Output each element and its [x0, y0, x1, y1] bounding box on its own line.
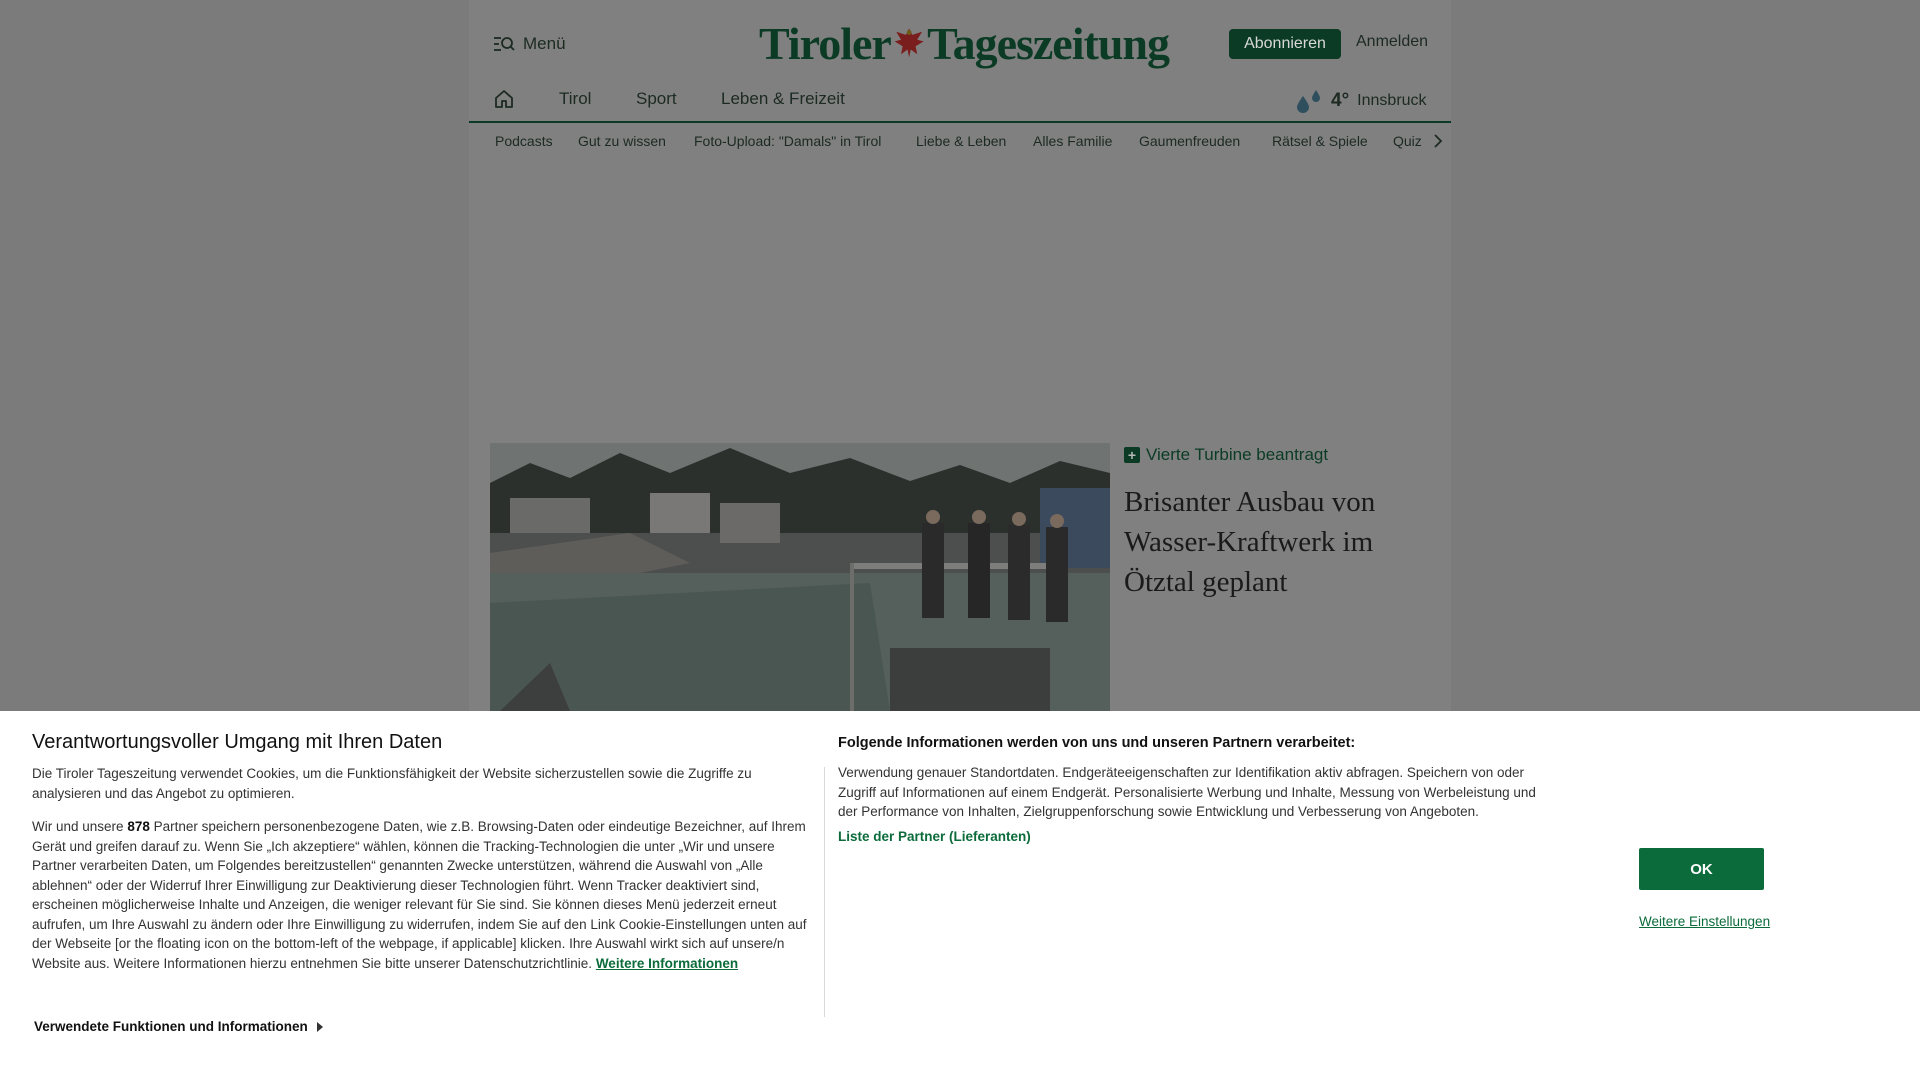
nav-item-tirol[interactable]: Tirol [559, 89, 591, 109]
weather-city: Innsbruck [1357, 92, 1427, 109]
teaser-image[interactable] [490, 443, 1110, 711]
rain-icon [1297, 90, 1320, 113]
teaser-photo [490, 443, 1110, 711]
weather-temp: 4° [1331, 90, 1350, 111]
main-nav: Tirol Sport Leben & Freizeit 4° Innsbruc… [469, 88, 1451, 123]
subnav-item[interactable]: Gaumenfreuden [1139, 133, 1240, 149]
subscribe-button[interactable]: Abonnieren [1229, 29, 1341, 59]
consent-title: Verantwortungsvoller Umgang mit Ihren Da… [32, 731, 443, 753]
consent-intro: Die Tiroler Tageszeitung verwendet Cooki… [32, 766, 752, 801]
site-header: Menü Tiroler Tageszeitung Abonnieren Anm… [469, 0, 1451, 88]
teaser-headline[interactable]: Brisanter Ausbau von Wasser-Kraftwerk im… [1124, 482, 1444, 602]
chevron-right-icon[interactable] [1433, 133, 1443, 149]
menu-label: Menü [523, 34, 566, 53]
plus-icon: + [1124, 447, 1140, 463]
subnav-item[interactable]: Foto-Upload: "Damals" in Tirol [694, 133, 881, 149]
consent-right-text: Verwendung genauer Standortdaten. Endger… [838, 765, 1536, 819]
home-icon[interactable] [493, 88, 515, 110]
consent-body-pre: Wir und unsere [32, 819, 124, 834]
subnav-item[interactable]: Liebe & Leben [916, 133, 1006, 149]
sub-nav: Podcasts Gut zu wissen Foto-Upload: "Dam… [469, 130, 1451, 154]
menu-search-icon [494, 37, 515, 51]
subnav-item[interactable]: Gut zu wissen [578, 133, 666, 149]
weather-widget[interactable]: 4° Innsbruck [1295, 88, 1427, 114]
functions-label: Verwendete Funktionen und Informationen [34, 1019, 308, 1034]
ok-button[interactable]: OK [1639, 848, 1764, 890]
subnav-item[interactable]: Quiz [1393, 133, 1422, 149]
consent-partner-count: 878 [127, 819, 150, 834]
logo-text-1: Tiroler [759, 17, 892, 69]
consent-right-title: Folgende Informationen werden von uns un… [838, 735, 1356, 751]
more-settings-link[interactable]: Weitere Einstellungen [1639, 914, 1770, 929]
subnav-item[interactable]: Alles Familie [1033, 133, 1112, 149]
nav-item-sport[interactable]: Sport [636, 89, 677, 109]
consent-body: Wir und unsere 878 Partner speichern per… [32, 817, 812, 973]
login-link[interactable]: Anmelden [1356, 33, 1428, 51]
more-info-link[interactable]: Weitere Informationen [596, 956, 738, 971]
subnav-item[interactable]: Podcasts [495, 133, 553, 149]
site-logo[interactable]: Tiroler Tageszeitung [759, 14, 1170, 72]
divider [824, 767, 825, 1017]
eagle-icon [894, 28, 924, 58]
consent-body-post: Partner speichern personenbezogene Daten… [32, 819, 807, 971]
page-column: Menü Tiroler Tageszeitung Abonnieren Anm… [469, 0, 1451, 711]
cookie-consent-banner: Verantwortungsvoller Umgang mit Ihren Da… [0, 711, 1920, 1080]
menu-button[interactable]: Menü [493, 30, 566, 58]
caret-right-icon [316, 1021, 323, 1032]
nav-item-leben-freizeit[interactable]: Leben & Freizeit [721, 89, 845, 109]
teaser-kicker[interactable]: + Vierte Turbine beantragt [1124, 445, 1328, 465]
subnav-item[interactable]: Rätsel & Spiele [1272, 133, 1368, 149]
functions-toggle[interactable]: Verwendete Funktionen und Informationen [34, 1019, 324, 1034]
logo-text-2: Tageszeitung [927, 17, 1170, 69]
partners-link[interactable]: Liste der Partner (Lieferanten) [838, 829, 1031, 844]
teaser-kicker-text: Vierte Turbine beantragt [1146, 445, 1329, 464]
